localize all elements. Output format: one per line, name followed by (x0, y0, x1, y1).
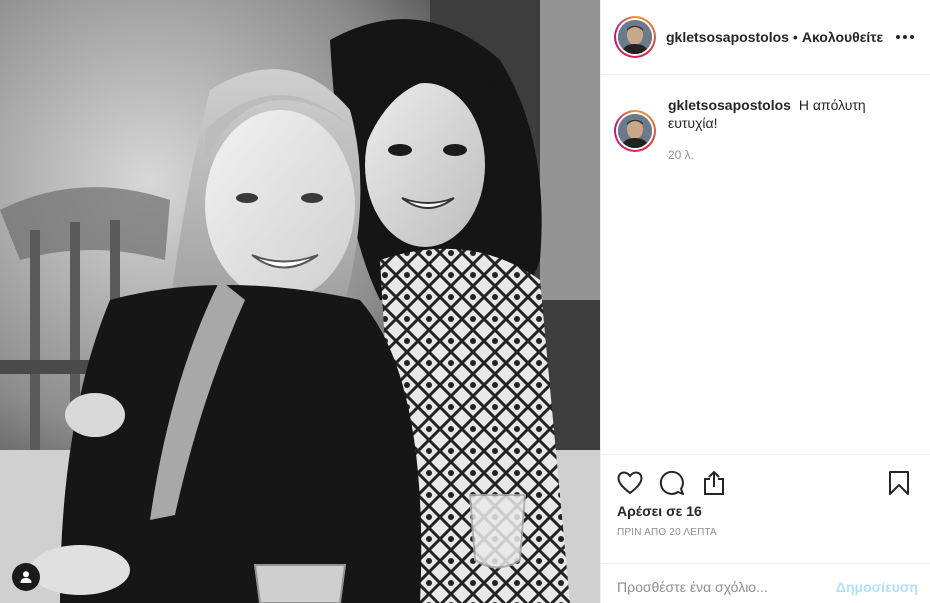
post-side-panel: gkletsosapostolos • Ακολουθείτε gkletsos… (600, 0, 930, 603)
avatar-image (618, 114, 652, 148)
share-button[interactable] (701, 470, 727, 496)
comment-input[interactable] (617, 579, 836, 595)
like-button[interactable] (617, 470, 643, 496)
actions-section: Αρέσει σε 16 ΠΡΙΝ ΑΠΟ 20 ΛΕΠΤΑ (601, 454, 930, 563)
following-button[interactable]: Ακολουθείτε (802, 29, 883, 45)
more-options-button[interactable] (890, 29, 914, 45)
post-timestamp[interactable]: ΠΡΙΝ ΑΠΟ 20 ΛΕΠΤΑ (617, 527, 914, 538)
post-header: gkletsosapostolos • Ακολουθείτε (601, 0, 930, 75)
comments-list: gkletsosapostolos Η απόλυτη ευτυχία! 20 … (601, 75, 930, 454)
share-icon (704, 470, 724, 495)
caption-comment: gkletsosapostolos Η απόλυτη ευτυχία! 20 … (614, 97, 914, 164)
header-separator: • (792, 29, 798, 45)
caption-avatar[interactable] (618, 114, 652, 148)
caption-story-ring[interactable] (614, 110, 656, 152)
user-tags-button[interactable] (12, 563, 40, 591)
avatar-image (618, 20, 652, 54)
comment-icon (659, 470, 684, 495)
user-silhouette-icon (20, 571, 32, 583)
more-dot (910, 35, 914, 39)
comment-button[interactable] (659, 470, 685, 496)
more-horizontal-icon (896, 35, 900, 39)
comment-form: Δημοσίευση (601, 563, 930, 603)
header-username[interactable]: gkletsosapostolos (666, 29, 789, 45)
heart-icon (617, 471, 643, 495)
save-button[interactable] (886, 470, 912, 496)
avatar[interactable] (618, 20, 652, 54)
caption-username[interactable]: gkletsosapostolos (668, 97, 791, 113)
likes-count[interactable]: Αρέσει σε 16 (617, 503, 914, 519)
more-dot (903, 35, 907, 39)
action-bar (617, 463, 914, 503)
bookmark-icon (889, 471, 909, 495)
caption-time[interactable]: 20 λ. (668, 146, 888, 164)
post-photo[interactable] (0, 0, 600, 603)
story-ring[interactable] (614, 16, 656, 58)
post-image (0, 0, 600, 603)
post-comment-button[interactable]: Δημοσίευση (836, 579, 918, 595)
